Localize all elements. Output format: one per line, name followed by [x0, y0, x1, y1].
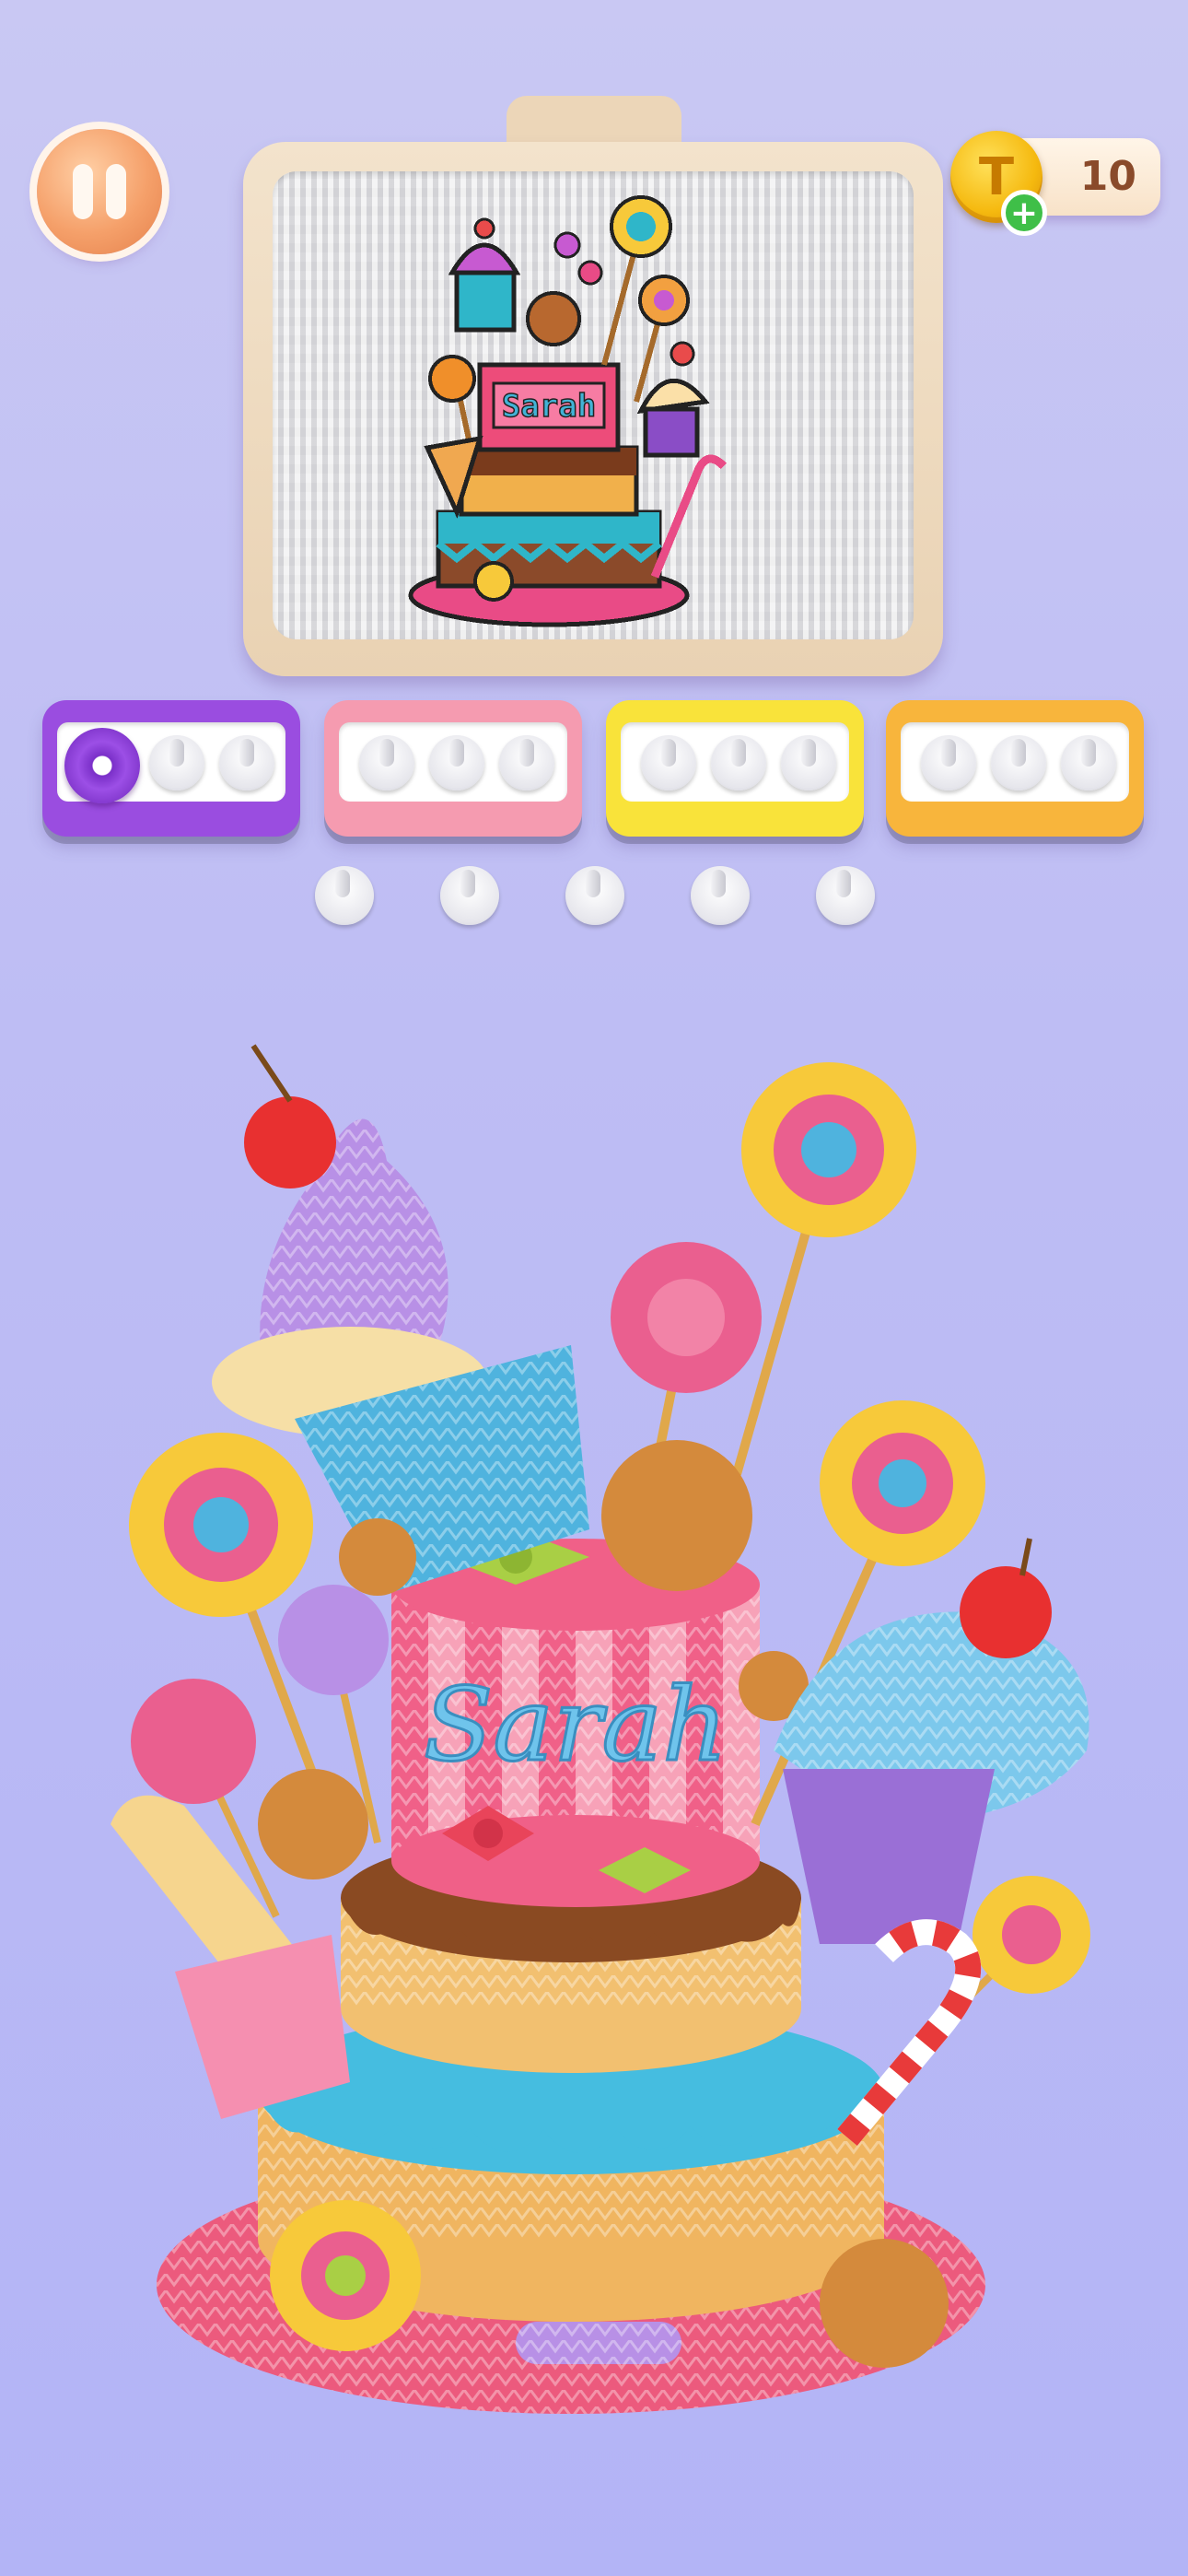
- spare-peg[interactable]: [691, 866, 750, 925]
- tray-slots: [621, 722, 849, 802]
- tray-peg: [641, 735, 696, 790]
- yarn-tray-yellow[interactable]: [606, 700, 864, 837]
- yarn-tray-purple[interactable]: [42, 700, 300, 837]
- pixel-pattern: Sarah: [408, 195, 728, 627]
- yarn-spool-purple[interactable]: [64, 728, 140, 803]
- pattern-board: Sarah: [243, 142, 943, 676]
- add-coins-button[interactable]: +: [1001, 190, 1047, 236]
- pause-icon-bar: [106, 164, 126, 219]
- tray-slots: [339, 722, 567, 802]
- spare-peg[interactable]: [816, 866, 875, 925]
- tray-peg: [149, 735, 204, 790]
- cake-name-text: Sarah: [424, 1666, 728, 1784]
- pattern-name-text: Sarah: [502, 388, 596, 425]
- tray-peg: [711, 735, 766, 790]
- knitted-cake-illustration: Sarah: [111, 1044, 1090, 2414]
- tray-slots: [57, 722, 285, 803]
- spare-peg[interactable]: [440, 866, 499, 925]
- tray-peg: [359, 735, 414, 790]
- tray-peg: [499, 735, 554, 790]
- tray-peg: [1061, 735, 1116, 790]
- coin-count: 10: [1079, 153, 1136, 200]
- pause-icon: [73, 164, 93, 219]
- tray-peg: [781, 735, 836, 790]
- tray-slots: [901, 722, 1129, 802]
- tray-peg: [429, 735, 484, 790]
- pause-button[interactable]: [37, 129, 162, 254]
- yarn-tray-orange[interactable]: [886, 700, 1144, 837]
- tray-peg: [219, 735, 274, 790]
- tray-peg: [991, 735, 1046, 790]
- pattern-canvas: Sarah: [273, 171, 914, 639]
- spare-peg[interactable]: [315, 866, 374, 925]
- spare-peg[interactable]: [565, 866, 624, 925]
- tray-peg: [921, 735, 976, 790]
- yarn-tray-pink[interactable]: [324, 700, 582, 837]
